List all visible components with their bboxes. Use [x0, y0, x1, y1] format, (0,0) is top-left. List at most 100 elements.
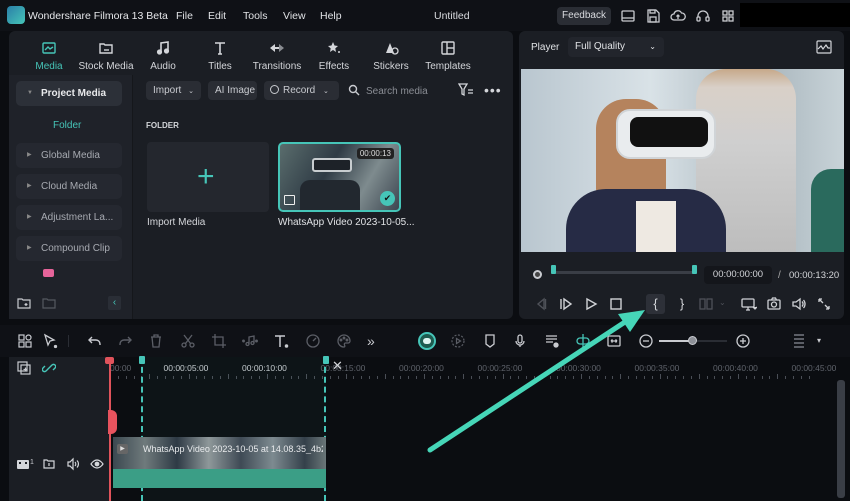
media-clip-thumbnail[interactable]: 00:00:13 ✔	[278, 142, 401, 212]
vr-headset-shape	[312, 158, 352, 172]
playhead-side-marker[interactable]	[108, 410, 117, 434]
in-point-marker[interactable]	[551, 265, 556, 274]
text-icon[interactable]	[273, 333, 289, 349]
sidebar-item-cloud-media[interactable]: ▶ Cloud Media	[16, 174, 122, 199]
cloud-upload-icon[interactable]	[670, 8, 686, 24]
range-end-marker[interactable]	[323, 356, 329, 364]
new-folder-icon[interactable]	[17, 296, 31, 310]
sidebar-item-compound-clip[interactable]: ▶ Compound Clip	[16, 236, 122, 278]
tab-templates[interactable]: Templates	[418, 40, 478, 72]
ruler-label: 00:00:45:00	[791, 363, 837, 373]
collapse-sidebar-button[interactable]: ‹	[108, 296, 121, 310]
link-icon[interactable]	[42, 361, 56, 375]
video-clip-label: WhatsApp Video 2023-10-05 at 14.08.35_4b…	[143, 444, 323, 454]
feedback-button[interactable]: Feedback	[557, 7, 611, 25]
snap-magnet-icon[interactable]	[575, 333, 591, 349]
display-settings-icon[interactable]	[741, 296, 757, 312]
folder-icon[interactable]	[42, 296, 56, 310]
sidebar-item-global-media[interactable]: ▶ Global Media	[16, 143, 122, 168]
marker-shield-icon[interactable]	[482, 333, 498, 349]
delete-trash-icon[interactable]	[148, 333, 164, 349]
zoom-in-icon[interactable]	[735, 333, 751, 349]
menu-view[interactable]: View	[283, 10, 306, 22]
bracket-close-icon: }	[679, 296, 685, 311]
sidebar-item-folder[interactable]: Folder	[53, 120, 81, 131]
out-point-marker[interactable]	[692, 265, 697, 274]
track-mute-speaker-icon[interactable]	[66, 457, 80, 471]
audio-adjust-icon[interactable]	[242, 333, 258, 349]
subtitle-list-icon[interactable]	[544, 333, 560, 349]
range-start-marker[interactable]	[139, 356, 145, 364]
undo-icon[interactable]	[87, 333, 103, 349]
mark-in-button[interactable]: {	[646, 294, 665, 314]
support-headset-icon[interactable]	[695, 8, 711, 24]
more-tools-icon[interactable]: »	[367, 333, 383, 349]
tab-transitions[interactable]: Transitions	[247, 40, 307, 72]
add-track-icon[interactable]	[17, 361, 31, 375]
tab-media[interactable]: Media	[19, 40, 79, 72]
sidebar-item-adjustment-layer[interactable]: ▶ Adjustment La...	[16, 205, 122, 230]
tab-audio[interactable]: Audio	[133, 40, 193, 72]
snapshot-camera-icon[interactable]	[766, 296, 782, 312]
clear-range-close-icon[interactable]: ✕	[332, 358, 343, 374]
previous-frame-icon[interactable]	[533, 296, 549, 312]
ai-copilot-icon[interactable]	[418, 332, 436, 350]
current-timecode[interactable]: 00:00:00:00	[704, 266, 772, 284]
apps-grid-icon[interactable]	[720, 8, 736, 24]
search-media-input[interactable]: Search media	[366, 86, 428, 97]
track-height-icon[interactable]	[791, 333, 807, 349]
zoom-slider-handle[interactable]	[687, 336, 697, 345]
tab-titles[interactable]: Titles	[190, 40, 250, 72]
auto-reframe-icon[interactable]	[450, 333, 466, 349]
scopes-icon[interactable]	[816, 40, 832, 54]
zoom-slider[interactable]	[659, 336, 727, 345]
playhead-handle[interactable]	[105, 357, 114, 364]
ai-image-button[interactable]: AI Image	[208, 81, 257, 100]
divider	[68, 335, 69, 347]
more-options-icon[interactable]: •••	[484, 82, 502, 98]
tab-stock-media[interactable]: Stock Media	[76, 40, 136, 72]
dropdown-arrow-icon[interactable]: ▾	[817, 336, 821, 345]
redo-icon[interactable]	[117, 333, 133, 349]
quality-dropdown[interactable]: Full Quality ⌄	[568, 37, 664, 57]
fit-width-icon[interactable]	[606, 333, 622, 349]
audio-clip[interactable]	[113, 469, 326, 488]
tab-effects[interactable]: Effects	[304, 40, 364, 72]
playback-scrubber[interactable]	[551, 271, 695, 274]
stop-icon[interactable]	[608, 296, 624, 312]
track-visibility-eye-icon[interactable]	[90, 457, 104, 471]
speed-icon[interactable]	[305, 333, 321, 349]
filter-icon[interactable]	[458, 83, 474, 97]
caret-right-icon: ▶	[27, 214, 32, 220]
track-headers	[9, 357, 109, 501]
import-dropdown[interactable]: Import ⌄	[146, 81, 201, 100]
track-folder-icon[interactable]	[42, 457, 56, 471]
menu-edit[interactable]: Edit	[208, 10, 226, 22]
volume-icon[interactable]	[791, 296, 807, 312]
zoom-out-icon[interactable]	[638, 333, 654, 349]
scrubber-start-handle[interactable]	[533, 270, 542, 279]
crop-icon[interactable]	[211, 333, 227, 349]
chevron-down-icon[interactable]: ⌄	[719, 298, 726, 307]
layout-grid-icon[interactable]	[17, 333, 33, 349]
timeline-vertical-scrollbar[interactable]	[837, 380, 845, 498]
next-frame-icon[interactable]	[558, 296, 574, 312]
person-shape	[300, 180, 360, 210]
fullscreen-icon[interactable]	[816, 296, 832, 312]
save-icon[interactable]	[645, 8, 661, 24]
tab-stickers[interactable]: Stickers	[361, 40, 421, 72]
select-cursor-icon[interactable]	[42, 333, 58, 349]
cut-scissors-icon[interactable]	[180, 333, 196, 349]
microphone-icon[interactable]	[512, 333, 528, 349]
sidebar-item-project-media[interactable]: ▼ Project Media	[16, 81, 122, 106]
record-dropdown[interactable]: Record ⌄	[264, 81, 339, 100]
menu-file[interactable]: File	[176, 10, 193, 22]
color-palette-icon[interactable]	[336, 333, 352, 349]
layout-icon[interactable]	[620, 8, 636, 24]
menu-tools[interactable]: Tools	[243, 10, 268, 22]
mark-out-button[interactable]: }	[674, 294, 690, 314]
menu-help[interactable]: Help	[320, 10, 342, 22]
caret-right-icon: ▶	[27, 245, 32, 251]
split-icon[interactable]	[698, 296, 714, 312]
play-icon[interactable]	[583, 296, 599, 312]
